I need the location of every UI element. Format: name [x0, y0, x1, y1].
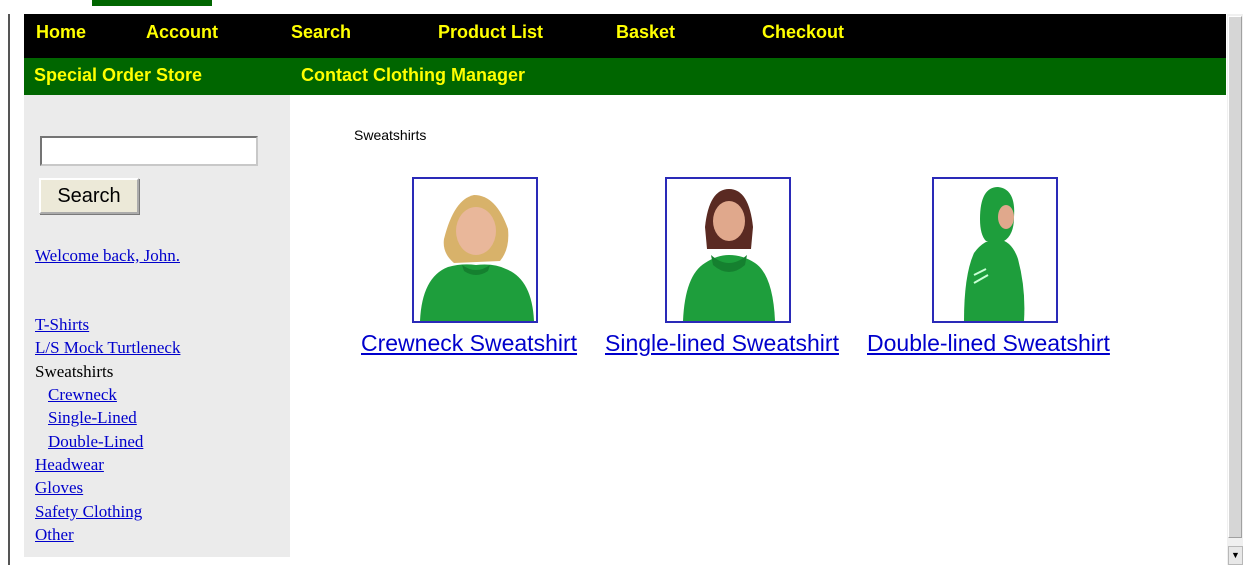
subcategory-double-lined[interactable]: Double-Lined: [48, 432, 143, 452]
top-strip: [0, 0, 1243, 14]
scroll-down-arrow-icon[interactable]: ▼: [1228, 546, 1243, 565]
subcategory-crewneck[interactable]: Crewneck: [48, 385, 117, 405]
category-tshirts[interactable]: T-Shirts: [35, 315, 89, 335]
nav-contact-clothing-manager[interactable]: Contact Clothing Manager: [301, 65, 525, 86]
primary-nav: Home Account Search Product List Basket …: [24, 14, 1226, 58]
category-other[interactable]: Other: [35, 525, 74, 545]
page-title: Sweatshirts: [354, 127, 427, 143]
crewneck-person-image: [420, 195, 534, 321]
single-lined-person-image: [683, 189, 775, 321]
product-link-single-lined[interactable]: Single-lined Sweatshirt: [605, 330, 839, 357]
nav-special-order-store[interactable]: Special Order Store: [34, 65, 202, 86]
search-button[interactable]: Search: [39, 178, 139, 214]
secondary-nav: Special Order Store Contact Clothing Man…: [24, 58, 1226, 95]
category-mock-turtleneck[interactable]: L/S Mock Turtleneck: [35, 338, 180, 358]
search-input[interactable]: [40, 136, 258, 166]
category-gloves[interactable]: Gloves: [35, 478, 83, 498]
product-link-double-lined[interactable]: Double-lined Sweatshirt: [867, 330, 1110, 357]
nav-account[interactable]: Account: [146, 22, 218, 43]
category-safety-clothing[interactable]: Safety Clothing: [35, 502, 142, 522]
category-sweatshirts: Sweatshirts: [35, 362, 114, 381]
nav-basket[interactable]: Basket: [616, 22, 675, 43]
scrollbar-thumb[interactable]: [1228, 16, 1242, 538]
window-left-border: [8, 14, 10, 565]
sidebar: Search Welcome back, John. T-Shirts L/S …: [24, 95, 290, 557]
double-lined-person-image: [964, 187, 1025, 321]
single-lined-product-image[interactable]: [665, 177, 791, 323]
nav-product-list[interactable]: Product List: [438, 22, 543, 43]
crewneck-product-image[interactable]: [412, 177, 538, 323]
nav-search[interactable]: Search: [291, 22, 351, 43]
nav-home[interactable]: Home: [36, 22, 86, 43]
subcategory-single-lined[interactable]: Single-Lined: [48, 408, 137, 428]
category-headwear[interactable]: Headwear: [35, 455, 104, 475]
product-link-crewneck[interactable]: Crewneck Sweatshirt: [361, 330, 577, 357]
nav-checkout[interactable]: Checkout: [762, 22, 844, 43]
tab-hint: [92, 0, 212, 6]
welcome-link[interactable]: Welcome back, John.: [35, 246, 180, 266]
double-lined-product-image[interactable]: [932, 177, 1058, 323]
